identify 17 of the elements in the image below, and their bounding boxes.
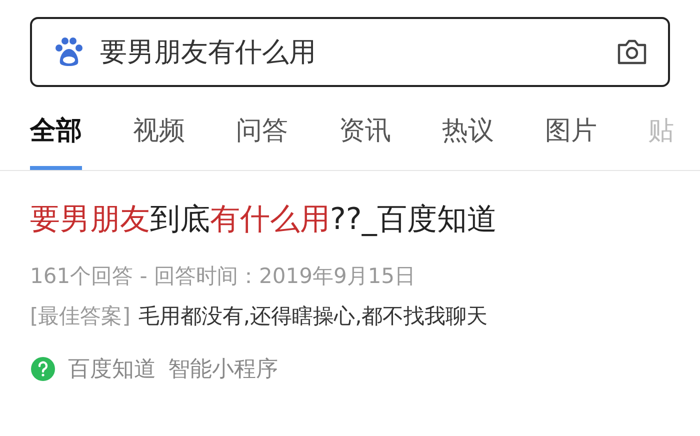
tab[interactable]: 热议 [442, 105, 494, 170]
search-query: 要男朋友有什么用 [100, 36, 317, 70]
question-icon [30, 356, 56, 382]
result-title[interactable]: 要男朋友到底有什么用??_百度知道 [30, 199, 670, 240]
source-note: 智能小程序 [168, 356, 278, 384]
tab[interactable]: 资讯 [339, 105, 391, 170]
tab[interactable]: 视频 [133, 105, 185, 170]
tab[interactable]: 问答 [236, 105, 288, 170]
camera-icon[interactable] [616, 38, 648, 66]
paw-logo-icon [54, 36, 84, 68]
source-name: 百度知道 [68, 356, 156, 384]
result-meta: 161个回答 - 回答时间：2019年9月15日 [30, 263, 417, 290]
tab[interactable]: 图片 [545, 105, 597, 170]
search-field[interactable]: 要男朋友有什么用 [30, 17, 670, 87]
tab[interactable]: 全部 [30, 105, 82, 170]
answer-text: 毛用都没有,还得瞎操心,都不找我聊天 [138, 303, 488, 330]
best-answer-label: [最佳答案] [30, 303, 130, 330]
